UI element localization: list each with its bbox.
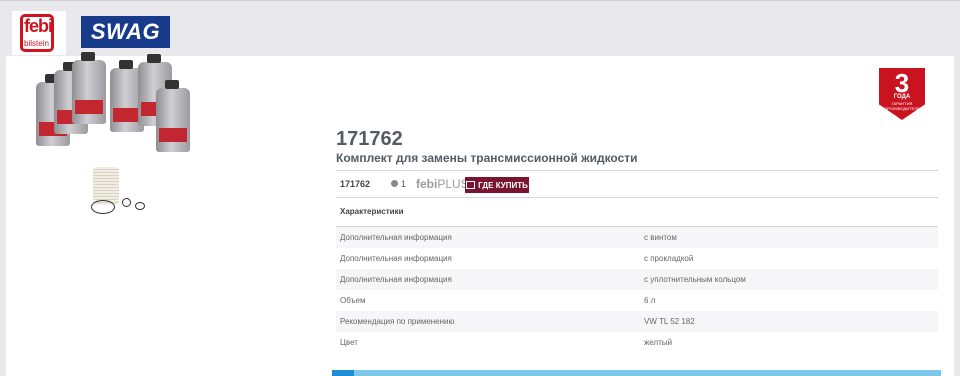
spec-name: Дополнительная информация: [340, 233, 452, 242]
spec-value: 6 л: [644, 296, 656, 305]
febiplus-logo-light: PLUS: [437, 177, 469, 191]
characteristics-table: Дополнительная информация с винтом Допол…: [336, 227, 938, 353]
oil-bottle-image: [156, 80, 190, 152]
spec-value: с прокладкой: [644, 254, 694, 263]
bottom-tab-accent: [332, 370, 354, 376]
spec-value: с уплотнительным кольцом: [644, 275, 746, 284]
screw-image: [122, 198, 131, 207]
spec-row: Дополнительная информация с винтом: [336, 227, 938, 248]
febiplus-logo-bold: febi: [416, 177, 438, 191]
warranty-badge: 3 ГОДА ГАРАНТИЯ ПРОИЗВОДИТЕЛЯ: [879, 68, 925, 120]
meta-part-number: 171762: [340, 179, 371, 189]
spec-value: с винтом: [644, 233, 677, 242]
oil-bottle-image: [72, 52, 106, 124]
characteristics-title: Характеристики: [340, 207, 404, 216]
spec-row: Цвет желтый: [336, 332, 938, 353]
divider: [336, 197, 938, 198]
quantity-value: 1: [401, 179, 407, 189]
warranty-caption: ГАРАНТИЯ ПРОИЗВОДИТЕЛЯ: [884, 101, 920, 111]
spec-row: Дополнительная информация с уплотнительн…: [336, 269, 938, 290]
quantity-icon: [391, 180, 398, 187]
spec-name: Рекомендация по применению: [340, 317, 455, 326]
washer-image: [135, 202, 145, 210]
seal-ring-image: [91, 200, 115, 214]
product-image[interactable]: [30, 40, 190, 220]
bottom-tab-bar[interactable]: [332, 370, 941, 376]
febi-logo-text: febi: [24, 16, 53, 36]
spec-row: Объем 6 л: [336, 290, 938, 311]
spec-value: VW TL 52 182: [644, 317, 695, 326]
warranty-years-label: ГОДА: [893, 94, 911, 100]
febiplus-logo[interactable]: febiPLUS: [416, 177, 469, 191]
product-title: Комплект для замены трансмиссионной жидк…: [336, 151, 638, 165]
spec-row: Рекомендация по применению VW TL 52 182: [336, 311, 938, 332]
where-to-buy-button[interactable]: ГДЕ КУПИТЬ: [465, 177, 529, 193]
spec-name: Цвет: [340, 338, 358, 347]
spec-name: Объем: [340, 296, 366, 305]
spec-value: желтый: [644, 338, 673, 347]
spec-row: Дополнительная информация с прокладкой: [336, 248, 938, 269]
where-to-buy-label: ГДЕ КУПИТЬ: [478, 180, 528, 190]
house-icon: [466, 181, 476, 189]
divider: [336, 170, 938, 171]
spec-name: Дополнительная информация: [340, 254, 452, 263]
part-number-heading: 171762: [336, 128, 403, 150]
spec-name: Дополнительная информация: [340, 275, 452, 284]
